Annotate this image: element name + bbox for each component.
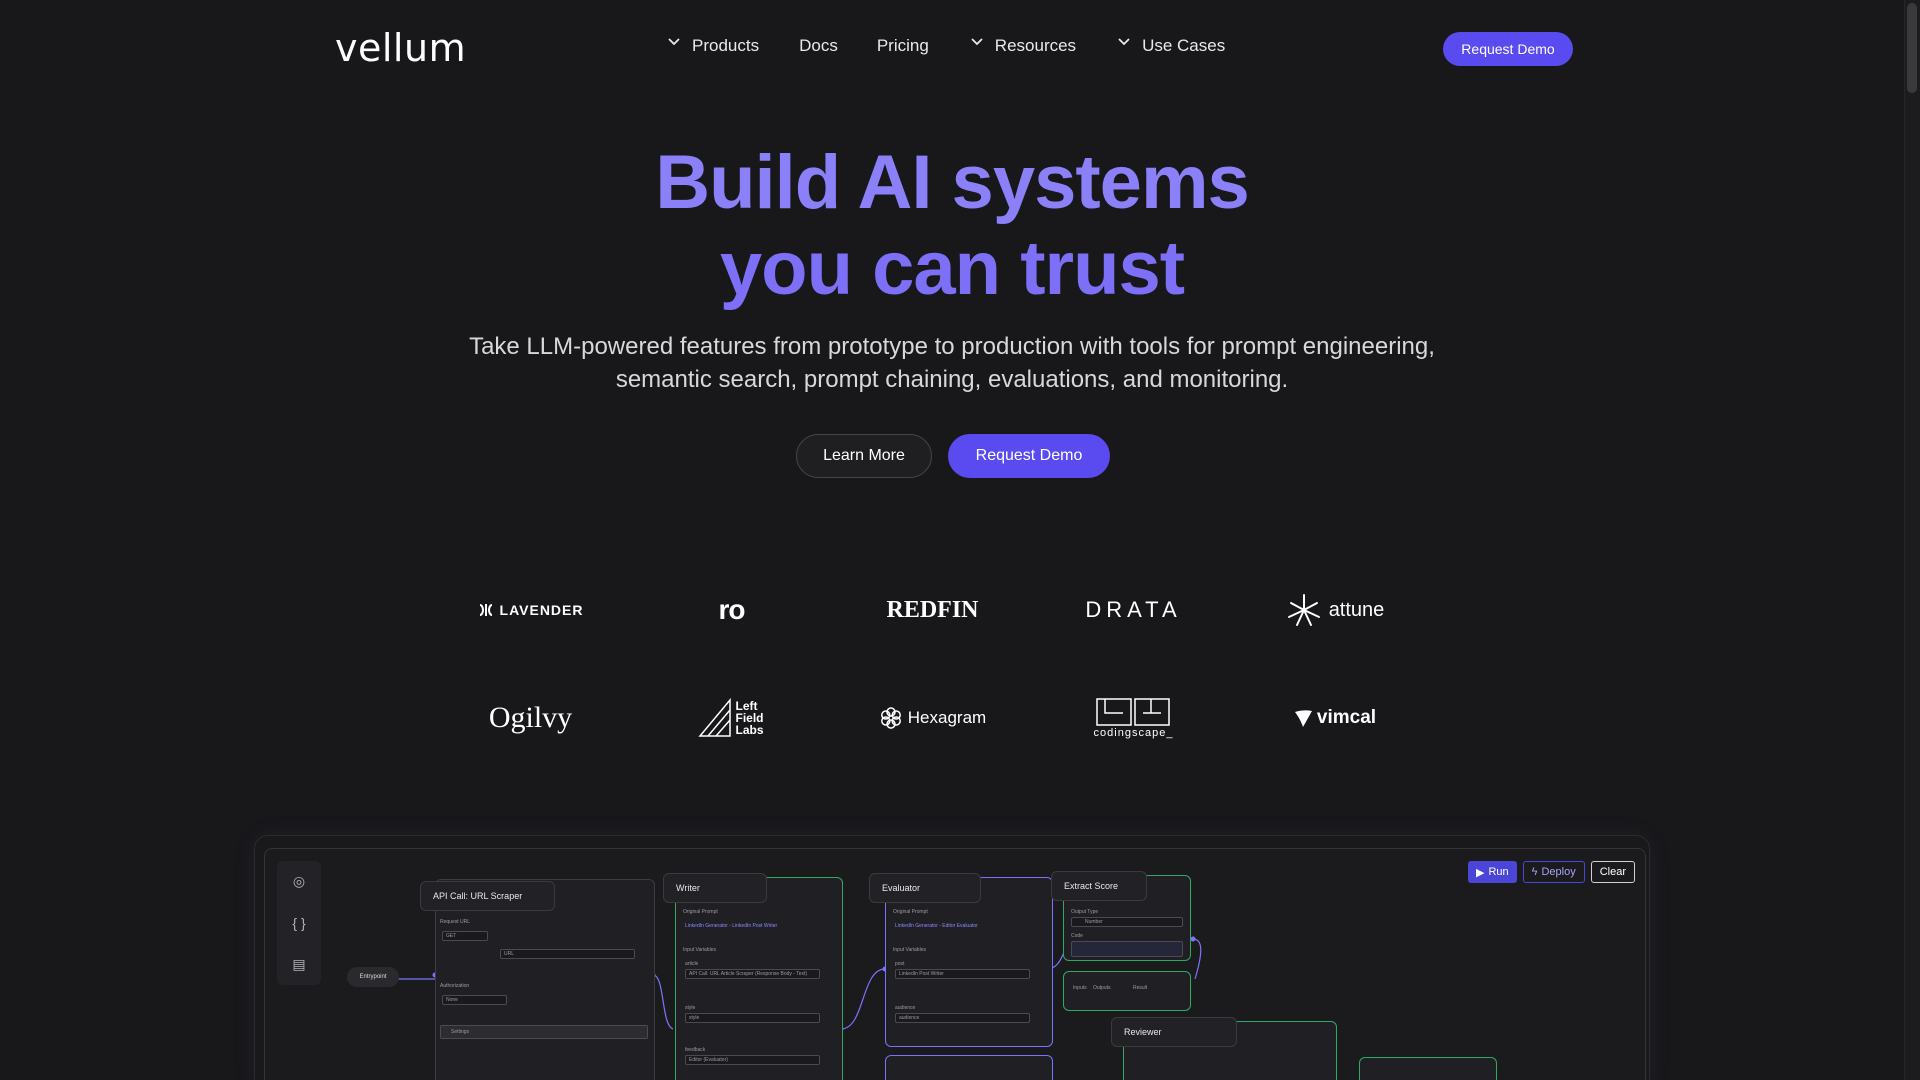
logo-ogilvy: Ogilvy bbox=[430, 688, 631, 748]
authorization-label: Authorization bbox=[440, 983, 470, 989]
audience-label: audience bbox=[895, 1005, 916, 1011]
drata-wordmark: DRATA bbox=[1085, 597, 1182, 622]
nav-request-demo-button[interactable]: Request Demo bbox=[1443, 32, 1573, 66]
code-editor[interactable] bbox=[1071, 941, 1183, 957]
hero-subtitle: Take LLM-powered features from prototype… bbox=[0, 330, 1904, 396]
learn-more-button[interactable]: Learn More bbox=[796, 434, 932, 478]
hero-subtitle-line2: semantic search, prompt chaining, evalua… bbox=[615, 366, 1289, 393]
page-scrollbar[interactable] bbox=[1904, 0, 1920, 1080]
writer-original-prompt-label: Original Prompt bbox=[683, 909, 718, 915]
evaluator-io-node[interactable] bbox=[885, 1055, 1053, 1080]
codingscape-mark-icon bbox=[1096, 698, 1171, 726]
request-url-label: Request URL bbox=[440, 919, 471, 925]
vellum-logo[interactable]: vellum bbox=[335, 26, 466, 70]
workflow-canvas: ◎ { } ▤ ▶ Run ϟ Deploy Clear Entrypoint AP… bbox=[264, 848, 1646, 1080]
post-value: LinkedIn Post Writer bbox=[899, 971, 944, 977]
chevron-down-icon bbox=[971, 38, 983, 50]
extract-score-io-node[interactable] bbox=[1063, 971, 1191, 1011]
method-value: GET bbox=[446, 933, 457, 939]
lavender-wordmark: LAVENDER bbox=[499, 602, 584, 618]
left-field-wordmark: Left Field Labs bbox=[735, 699, 764, 737]
logo-drata: DRATA bbox=[1033, 580, 1234, 640]
nav-links: Products Docs Pricing Resources Use Case… bbox=[668, 36, 1225, 56]
output-node[interactable] bbox=[1359, 1057, 1497, 1080]
authorization-value: None bbox=[446, 997, 458, 1003]
nav-resources-label: Resources bbox=[994, 36, 1077, 55]
hero-title-line2: you can trust bbox=[719, 226, 1185, 311]
nav-pricing[interactable]: Pricing bbox=[877, 36, 929, 56]
audience-value: audience bbox=[899, 1015, 920, 1021]
nav-resources[interactable]: Resources bbox=[971, 36, 1076, 56]
writer-input-variables-label: Input Variables bbox=[683, 947, 716, 953]
settings-row[interactable] bbox=[440, 1025, 648, 1039]
extract-outputs-label: Outputs bbox=[1093, 985, 1111, 991]
extract-inputs-label: Inputs bbox=[1073, 985, 1087, 991]
url-field[interactable] bbox=[500, 949, 635, 959]
entrypoint-node[interactable]: Entrypoint bbox=[347, 967, 399, 987]
logo-vimcal: vimcal bbox=[1234, 688, 1435, 748]
style-value: style bbox=[689, 1015, 700, 1021]
nav-docs[interactable]: Docs bbox=[799, 36, 838, 56]
hero-buttons: Learn More Request Demo bbox=[796, 434, 1110, 478]
reviewer-title: Reviewer bbox=[1111, 1017, 1237, 1047]
nav-products[interactable]: Products bbox=[668, 36, 759, 56]
customer-logos: LAVENDER ro REDFIN DRATA attune Ogilvy L… bbox=[430, 580, 1435, 748]
post-label: post bbox=[895, 961, 905, 967]
logo-left-field-labs: Left Field Labs bbox=[631, 688, 832, 748]
writer-title: Writer bbox=[663, 873, 767, 903]
extract-score-title: Extract Score bbox=[1051, 871, 1147, 901]
attune-burst-icon bbox=[1287, 594, 1320, 626]
hero-title-line1: Build AI systems bbox=[655, 140, 1250, 225]
article-label: article bbox=[685, 961, 699, 967]
logo-codingscape: codingscape_ bbox=[1033, 688, 1234, 748]
settings-label: Settings bbox=[451, 1029, 470, 1035]
request-demo-button[interactable]: Request Demo bbox=[948, 434, 1110, 478]
code-label: Code bbox=[1071, 933, 1083, 939]
ro-wordmark: ro bbox=[718, 594, 746, 625]
writer-prompt-value: LinkedIn Generator - LinkedIn Post Write… bbox=[685, 923, 778, 929]
attune-wordmark: attune bbox=[1328, 598, 1385, 621]
nav-use-cases-label: Use Cases bbox=[1142, 36, 1226, 55]
vimcal-wordmark: vimcal bbox=[1316, 707, 1377, 728]
chevron-down-icon bbox=[1118, 38, 1130, 50]
lavender-mark-icon bbox=[479, 604, 492, 616]
codingscape-wordmark: codingscape_ bbox=[1093, 727, 1174, 739]
style-label: style bbox=[685, 1005, 696, 1011]
evaluator-original-prompt-label: Original Prompt bbox=[893, 909, 928, 915]
left-field-mark-icon bbox=[697, 698, 731, 737]
nav-pricing-label: Pricing bbox=[876, 36, 929, 55]
feedback-label: feedback bbox=[685, 1047, 706, 1053]
nav-use-cases[interactable]: Use Cases bbox=[1118, 36, 1225, 56]
api-call-title: API Call: URL Scraper bbox=[420, 881, 555, 911]
hero-title: Build AI systems you can trust bbox=[0, 140, 1904, 312]
logo-lavender: LAVENDER bbox=[430, 580, 631, 640]
top-nav: vellum Products Docs Pricing Resources U… bbox=[0, 0, 1904, 98]
logo-attune: attune bbox=[1234, 580, 1435, 640]
hexagram-flower-icon bbox=[880, 707, 901, 729]
scrollbar-thumb[interactable] bbox=[1907, 3, 1917, 93]
nav-docs-label: Docs bbox=[799, 36, 838, 55]
output-type-value: Number bbox=[1085, 919, 1103, 925]
evaluator-prompt-value: LinkedIn Generator - Editor Evaluator bbox=[895, 923, 978, 929]
hero-subtitle-line1: Take LLM-powered features from prototype… bbox=[469, 333, 1435, 360]
nav-products-label: Products bbox=[692, 36, 760, 55]
logo-hexagram: Hexagram bbox=[832, 688, 1033, 748]
redfin-wordmark: REDFIN bbox=[886, 596, 979, 623]
article-value: API Call: URL Article Scraper (Response … bbox=[689, 971, 808, 977]
url-value: URL bbox=[504, 951, 515, 957]
style-field[interactable] bbox=[685, 1013, 820, 1023]
output-type-label: Output Type bbox=[1071, 909, 1099, 915]
feedback-value: Editor (Evaluator) bbox=[689, 1057, 728, 1063]
chevron-down-icon bbox=[668, 38, 680, 50]
ogilvy-wordmark: Ogilvy bbox=[488, 701, 573, 734]
hexagram-wordmark: Hexagram bbox=[907, 708, 987, 727]
vimcal-wing-icon bbox=[1294, 710, 1312, 727]
extract-result-label: Result bbox=[1133, 985, 1148, 991]
evaluator-input-variables-label: Input Variables bbox=[893, 947, 926, 953]
logo-ro: ro bbox=[631, 580, 832, 640]
evaluator-title: Evaluator bbox=[869, 873, 981, 903]
logo-redfin: REDFIN bbox=[832, 580, 1033, 640]
